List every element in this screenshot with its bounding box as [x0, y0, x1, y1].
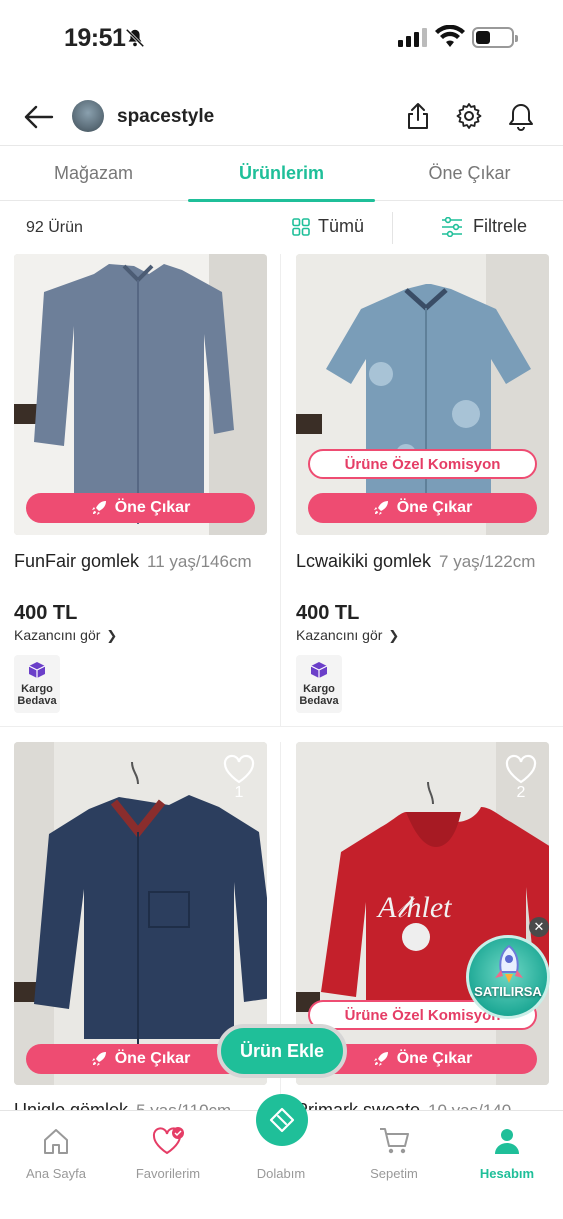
product-name: Primark sweate 10 yaş/140 [296, 1100, 511, 1110]
back-arrow-icon[interactable] [22, 102, 56, 132]
heart-outline-icon [223, 754, 255, 784]
status-time: 19:51 [64, 24, 126, 52]
free-shipping-line2: Bedava [17, 695, 57, 707]
package-icon [28, 662, 46, 678]
free-shipping-line1: Kargo [303, 683, 335, 695]
product-price: 400 TL [14, 602, 78, 624]
home-icon [44, 1129, 68, 1154]
cart-icon [380, 1128, 409, 1154]
notification-bell-icon[interactable] [507, 102, 535, 132]
hanger-icon [269, 1107, 295, 1133]
product-size: 5 yaş/110cm [136, 1101, 231, 1110]
bell-off-icon [125, 28, 145, 48]
like-count: 1 [234, 784, 244, 801]
store-avatar[interactable] [72, 100, 104, 132]
nav-item-home[interactable]: Ana Sayfa [0, 1111, 112, 1181]
tab-one-cikar[interactable]: Öne Çıkar [376, 146, 563, 201]
share-icon[interactable] [405, 102, 431, 130]
chevron-right-icon: ❯ [388, 628, 400, 643]
filter-bar: 92 Ürün Tümü Filtrele [0, 202, 563, 254]
package-icon [310, 662, 328, 678]
view-all-label: Tümü [318, 216, 365, 236]
boost-label: Öne Çıkar [396, 499, 473, 516]
product-title: Primark sweate [296, 1100, 421, 1110]
free-shipping-badge: Kargo Bedava [14, 655, 60, 713]
promo-widget[interactable]: SATILIRSA [466, 935, 550, 1019]
rocket-icon [91, 501, 106, 515]
sweater-print: A𝓉hlet [376, 891, 452, 924]
product-size: 11 yaş/146cm [147, 552, 252, 571]
earnings-label: Kazancını gör [14, 627, 101, 643]
product-name: Lcwaikiki gomlek 7 yaş/122cm [296, 551, 535, 572]
commission-badge[interactable]: Ürüne Özel Komisyon [308, 449, 537, 479]
nav-label-cart: Sepetim [370, 1166, 418, 1181]
store-name[interactable]: spacestyle [117, 106, 214, 128]
closet-button[interactable] [256, 1094, 308, 1146]
free-shipping-line2: Bedava [299, 695, 339, 707]
add-product-button[interactable]: Ürün Ekle [217, 1024, 347, 1078]
heart-outline-icon [505, 754, 537, 784]
boost-label: Öne Çıkar [396, 1050, 473, 1067]
boost-button[interactable]: Öne Çıkar [308, 493, 537, 523]
user-icon [495, 1129, 519, 1154]
battery-icon [472, 27, 518, 48]
product-size: 7 yaş/122cm [439, 552, 536, 571]
tab-magazam[interactable]: Mağazam [0, 146, 187, 201]
nav-label-closet: Dolabım [256, 1166, 306, 1181]
nav-label-account: Hesabım [479, 1166, 535, 1181]
nav-label-home: Ana Sayfa [26, 1166, 86, 1181]
product-count: 92 Ürün [26, 219, 83, 236]
sliders-icon [442, 216, 462, 237]
product-price: 400 TL [296, 602, 360, 624]
status-bar: 19:51 [0, 0, 563, 78]
filter-label: Filtrele [473, 216, 528, 236]
product-size: 10 yaş/140 [428, 1101, 511, 1110]
store-tabs: Mağazam Ürünlerim Öne Çıkar [0, 145, 563, 202]
product-title: Lcwaikiki gomlek [296, 551, 432, 571]
chevron-right-icon: ❯ [106, 628, 118, 643]
free-shipping-badge: Kargo Bedava [296, 655, 342, 713]
filter-divider [392, 212, 393, 244]
nav-label-favorites: Favorilerim [135, 1166, 201, 1181]
rocket-icon [373, 501, 388, 515]
product-title: Uniqlo gömlek [14, 1100, 129, 1110]
wifi-icon [435, 25, 465, 47]
boost-label: Öne Çıkar [114, 1050, 191, 1067]
tab-urunlerim[interactable]: Ürünlerim [188, 146, 375, 202]
like-counter[interactable]: 1 [223, 754, 255, 802]
product-image[interactable]: Ürüne Özel Komisyon Öne Çıkar [296, 254, 549, 535]
earnings-link[interactable]: Kazancını gör ❯ [296, 627, 399, 644]
store-header: spacestyle [0, 90, 563, 144]
boost-label: Öne Çıkar [114, 499, 191, 516]
rocket-icon [373, 1052, 388, 1066]
nav-item-cart[interactable]: Sepetim [338, 1111, 450, 1181]
boost-button[interactable]: Öne Çıkar [26, 493, 255, 523]
nav-item-favorites[interactable]: Favorilerim [112, 1111, 224, 1181]
earnings-link[interactable]: Kazancını gör ❯ [14, 627, 117, 644]
view-all-button[interactable]: Tümü [292, 216, 364, 237]
nav-item-account[interactable]: Hesabım [451, 1111, 563, 1181]
promo-label: SATILIRSA [474, 984, 542, 999]
rocket-icon [91, 1052, 106, 1066]
like-counter[interactable]: 2 [505, 754, 537, 802]
signal-icon [398, 28, 427, 47]
product-name: FunFair gomlek 11 yaş/146cm [14, 551, 252, 572]
product-name: Uniqlo gömlek 5 yaş/110cm [14, 1100, 231, 1110]
product-card[interactable]: Ürüne Özel Komisyon Öne Çıkar Lcwaikiki … [282, 254, 563, 726]
close-icon[interactable]: ✕ [529, 917, 549, 937]
earnings-label: Kazancını gör [296, 627, 383, 643]
grid-icon [292, 217, 310, 236]
product-title: FunFair gomlek [14, 551, 140, 571]
rocket-icon [495, 944, 523, 983]
filter-button[interactable]: Filtrele [441, 216, 527, 237]
product-card[interactable]: Öne Çıkar FunFair gomlek 11 yaş/146cm 400… [0, 254, 281, 726]
app-screen: 19:51 spacestyle Mağazam Ürünlerim Öne Ç… [0, 0, 563, 1219]
settings-gear-icon[interactable] [455, 102, 483, 130]
product-image[interactable]: Öne Çıkar [14, 254, 267, 535]
like-count: 2 [516, 784, 526, 801]
heart-icon [152, 1127, 184, 1155]
free-shipping-line1: Kargo [21, 683, 53, 695]
row-divider [0, 726, 563, 727]
